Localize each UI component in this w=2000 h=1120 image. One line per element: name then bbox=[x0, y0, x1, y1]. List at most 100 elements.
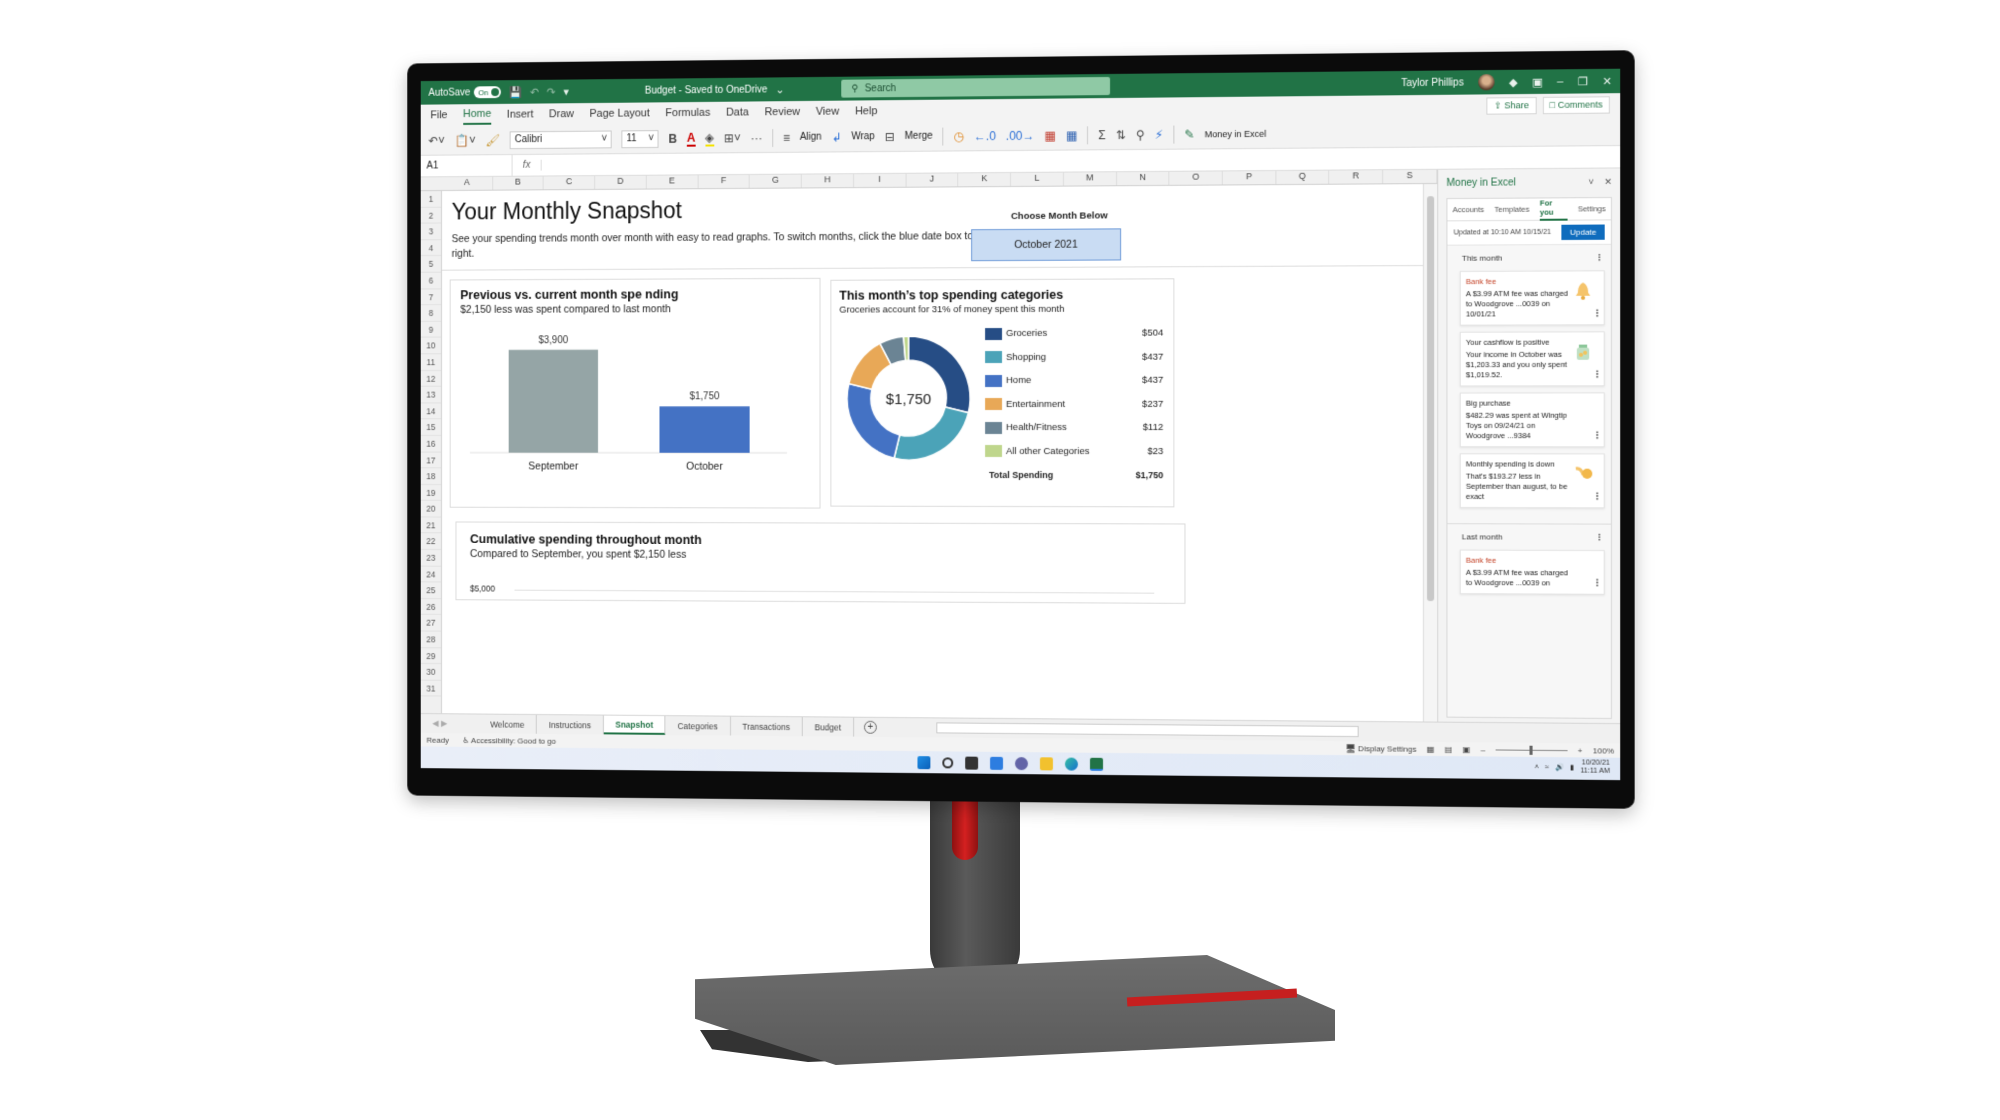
minimize-icon[interactable]: – bbox=[1557, 75, 1563, 87]
menu-formulas[interactable]: Formulas bbox=[665, 104, 710, 122]
sheet-nav-arrows[interactable]: ◀ ▶ bbox=[421, 718, 479, 729]
column-header[interactable]: M bbox=[1063, 172, 1117, 186]
more-options-icon[interactable]: ⋮ bbox=[1595, 533, 1602, 542]
donut-slice-shopping[interactable] bbox=[894, 407, 968, 460]
bold-button[interactable]: B bbox=[669, 131, 677, 145]
more-options-icon[interactable]: ⋮ bbox=[1592, 369, 1600, 379]
file-explorer-icon[interactable] bbox=[1039, 756, 1053, 770]
sort-filter-icon[interactable]: ⇅ bbox=[1116, 127, 1126, 141]
merge-button[interactable]: Merge bbox=[905, 131, 933, 142]
close-icon[interactable]: ✕ bbox=[1602, 74, 1612, 87]
wrap-button[interactable]: Wrap bbox=[851, 131, 874, 142]
row-header[interactable]: 6 bbox=[420, 272, 442, 290]
menu-file[interactable]: File bbox=[430, 106, 447, 124]
format-painter-icon[interactable]: 🖌 bbox=[485, 133, 500, 147]
row-header[interactable]: 19 bbox=[420, 484, 442, 502]
menu-home[interactable]: Home bbox=[462, 104, 492, 125]
increase-decimal-icon[interactable]: ←.0 bbox=[974, 129, 996, 143]
row-header[interactable]: 20 bbox=[420, 501, 442, 518]
row-header[interactable]: 23 bbox=[420, 549, 442, 567]
task-view-icon[interactable] bbox=[965, 756, 979, 770]
premium-diamond-icon[interactable]: ◆ bbox=[1509, 75, 1518, 88]
autosum-icon[interactable]: Σ bbox=[1098, 128, 1105, 142]
column-header[interactable]: C bbox=[544, 176, 596, 190]
column-header[interactable]: Q bbox=[1276, 170, 1330, 185]
menu-review[interactable]: Review bbox=[765, 103, 801, 121]
clock[interactable]: 10/20/21 11:11 AM bbox=[1580, 759, 1609, 776]
pane-tab-settings[interactable]: Settings bbox=[1578, 204, 1606, 213]
update-button[interactable]: Update bbox=[1561, 224, 1605, 241]
number-format-icon[interactable]: ◷ bbox=[954, 129, 964, 143]
row-header[interactable]: 2 bbox=[420, 207, 442, 224]
row-header[interactable]: 31 bbox=[420, 680, 442, 697]
decrease-decimal-icon[interactable]: .00→ bbox=[1006, 128, 1035, 142]
sheet-tab-instructions[interactable]: Instructions bbox=[537, 715, 604, 735]
row-header[interactable]: 17 bbox=[420, 452, 442, 469]
display-settings-button[interactable]: 🖥 Display Settings bbox=[1345, 744, 1416, 754]
align-button[interactable]: Align bbox=[800, 132, 822, 143]
more-options-icon[interactable]: ⋮ bbox=[1592, 430, 1600, 440]
money-in-excel-button[interactable]: Money in Excel bbox=[1205, 128, 1267, 139]
zoom-level[interactable]: 100% bbox=[1593, 746, 1614, 755]
more-options-icon[interactable]: ⋮ bbox=[1595, 253, 1602, 262]
row-header[interactable]: 15 bbox=[420, 419, 442, 436]
show-hidden-icons-icon[interactable]: ˄ bbox=[1535, 764, 1539, 771]
bar-september[interactable] bbox=[508, 349, 599, 453]
month-selector[interactable]: October 2021 bbox=[971, 228, 1122, 262]
name-box[interactable]: A1 bbox=[420, 155, 513, 177]
menu-draw[interactable]: Draw bbox=[549, 105, 574, 123]
column-header[interactable]: I bbox=[853, 173, 907, 188]
column-header[interactable]: E bbox=[646, 175, 699, 189]
sheet-tab-budget[interactable]: Budget bbox=[802, 717, 854, 737]
row-header[interactable]: 14 bbox=[420, 403, 442, 420]
more-options-icon[interactable]: ⋮ bbox=[1592, 308, 1600, 318]
column-header[interactable]: G bbox=[750, 174, 802, 188]
horizontal-scrollbar[interactable] bbox=[936, 722, 1359, 738]
row-header[interactable]: 28 bbox=[420, 631, 442, 648]
page-break-view-icon[interactable]: ▣ bbox=[1463, 745, 1471, 754]
row-header[interactable]: 12 bbox=[420, 370, 442, 387]
row-header[interactable]: 3 bbox=[420, 223, 442, 241]
column-header[interactable]: F bbox=[698, 174, 751, 189]
row-header[interactable]: 27 bbox=[420, 615, 442, 632]
user-name[interactable]: Taylor Phillips bbox=[1401, 77, 1464, 89]
font-color-button[interactable]: A bbox=[686, 130, 696, 147]
row-header[interactable]: 26 bbox=[420, 598, 442, 616]
document-title[interactable]: Budget - Saved to OneDrive bbox=[645, 84, 768, 96]
accessibility-status[interactable]: ♿ Accessibility: Good to go bbox=[462, 736, 556, 746]
column-header[interactable]: K bbox=[958, 172, 1012, 187]
save-icon[interactable]: 💾 bbox=[509, 85, 522, 98]
cumulative-spending-chart[interactable]: Cumulative spending throughout month Com… bbox=[455, 521, 1186, 604]
legend-item[interactable]: Entertainment $237 bbox=[985, 392, 1163, 416]
row-header[interactable]: 21 bbox=[420, 517, 442, 534]
start-icon[interactable] bbox=[917, 755, 931, 769]
widgets-icon[interactable] bbox=[990, 756, 1004, 770]
row-header[interactable]: 7 bbox=[420, 288, 442, 306]
column-header[interactable]: S bbox=[1383, 169, 1438, 184]
undo-icon[interactable]: ↶ bbox=[530, 85, 539, 98]
fill-color-icon[interactable]: ◈ bbox=[705, 130, 715, 147]
row-header[interactable]: 16 bbox=[420, 435, 442, 453]
autosave-toggle[interactable]: On bbox=[474, 86, 502, 99]
search-icon[interactable] bbox=[942, 756, 954, 768]
zoom-slider[interactable] bbox=[1495, 745, 1568, 755]
row-header[interactable]: 5 bbox=[420, 256, 442, 273]
zoom-in-button[interactable]: + bbox=[1578, 746, 1583, 755]
scrollbar-thumb[interactable] bbox=[1426, 196, 1435, 602]
chevron-down-icon[interactable]: ⌄ bbox=[775, 83, 784, 96]
more-options-icon[interactable]: ⋮ bbox=[1592, 491, 1600, 501]
menu-help[interactable]: Help bbox=[855, 102, 877, 120]
merge-icon[interactable]: ⊟ bbox=[885, 130, 895, 144]
row-header[interactable]: 30 bbox=[420, 664, 442, 681]
borders-icon[interactable]: ⊞˅ bbox=[724, 131, 741, 145]
vertical-scrollbar[interactable] bbox=[1422, 183, 1438, 722]
page-layout-view-icon[interactable]: ▤ bbox=[1445, 744, 1453, 753]
ribbon-display-icon[interactable]: ▣ bbox=[1532, 75, 1543, 88]
align-icon[interactable]: ≡ bbox=[783, 130, 790, 144]
search-input[interactable]: ⚲ Search bbox=[841, 76, 1111, 98]
format-as-table-icon[interactable]: ▦ bbox=[1066, 128, 1077, 142]
row-header[interactable]: 13 bbox=[420, 386, 442, 404]
pane-tab-accounts[interactable]: Accounts bbox=[1453, 205, 1485, 214]
insight-card[interactable]: Bank fee A $3.99 ATM fee was charged to W… bbox=[1459, 270, 1605, 326]
conditional-format-icon[interactable]: ▦ bbox=[1044, 128, 1055, 142]
